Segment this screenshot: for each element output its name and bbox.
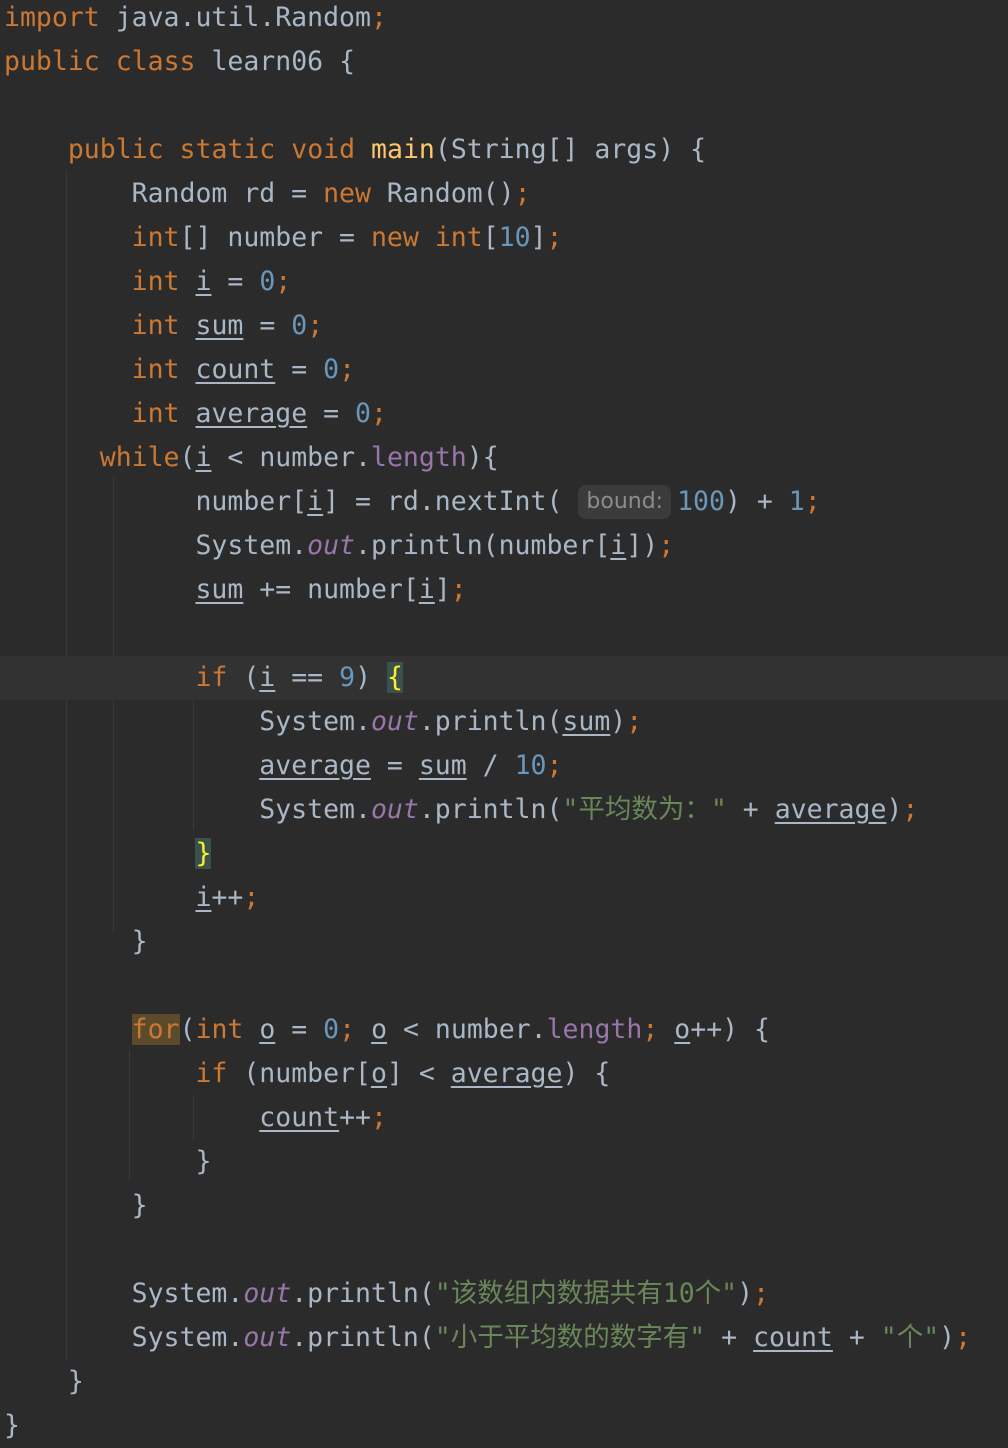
code-line[interactable]: if (number[o] < average) { (0, 1052, 1008, 1096)
code-text: int average = 0; (131, 398, 387, 429)
code-line[interactable]: Random rd = new Random(); (0, 172, 1008, 216)
code-line[interactable]: } (0, 1404, 1008, 1448)
code-line[interactable]: for(int o = 0; o < number.length; o++) { (0, 1008, 1008, 1052)
code-text: number[i] = rd.nextInt( bound: 100) + 1; (4, 485, 821, 519)
code-text: public class learn06 { (4, 46, 356, 77)
code-line[interactable] (0, 84, 1008, 128)
code-line[interactable]: sum += number[i]; (0, 568, 1008, 612)
code-text: System.out.println("该数组内数据共有10个"); (4, 1278, 770, 1309)
code-line[interactable]: average = sum / 10; (0, 744, 1008, 788)
code-text: int sum = 0; (131, 310, 324, 341)
code-line[interactable]: System.out.println(sum); (0, 700, 1008, 744)
code-line[interactable]: } (0, 920, 1008, 964)
code-line[interactable]: System.out.println("小于平均数的数字有" + count +… (0, 1316, 1008, 1360)
code-line[interactable]: while(i < number.length){ (0, 436, 1008, 480)
code-line[interactable]: System.out.println(number[i]); (0, 524, 1008, 568)
code-line[interactable]: i++; (0, 876, 1008, 920)
code-text: System.out.println("平均数为：" + average); (4, 794, 919, 825)
code-text: int count = 0; (131, 354, 356, 385)
code-line[interactable] (0, 612, 1008, 656)
code-text: System.out.println("小于平均数的数字有" + count +… (4, 1322, 972, 1353)
code-line[interactable]: public static void main(String[] args) { (0, 128, 1008, 172)
code-text: if (i == 9) { (195, 662, 403, 693)
code-text: i++; (195, 882, 260, 913)
code-text: count++; (259, 1102, 387, 1133)
code-text: System.out.println(sum); (4, 706, 643, 737)
code-text: average = sum / 10; (259, 750, 563, 781)
code-line[interactable] (0, 1228, 1008, 1272)
code-text: int[] number = new int[10]; (131, 222, 563, 253)
code-text: Random rd = new Random(); (4, 178, 531, 209)
code-editor[interactable]: import java.util.Random; public class lea… (0, 0, 1008, 1446)
code-line[interactable]: System.out.println("该数组内数据共有10个"); (0, 1272, 1008, 1316)
code-text: } (4, 1410, 20, 1441)
code-line[interactable] (0, 964, 1008, 1008)
code-line[interactable]: int average = 0; (0, 392, 1008, 436)
code-text: import java.util.Random; (4, 2, 387, 33)
matched-brace: { (386, 662, 403, 693)
code-line[interactable]: import java.util.Random; (0, 0, 1008, 40)
parameter-hint: bound: (578, 485, 672, 519)
code-line[interactable]: } (0, 1360, 1008, 1404)
code-line[interactable]: int i = 0; (0, 260, 1008, 304)
code-line[interactable]: } (0, 1140, 1008, 1184)
code-text: } (4, 1190, 148, 1221)
code-text: } (4, 1146, 212, 1177)
code-line[interactable]: number[i] = rd.nextInt( bound: 100) + 1; (0, 480, 1008, 524)
code-line[interactable]: } (0, 1184, 1008, 1228)
code-line[interactable]: int sum = 0; (0, 304, 1008, 348)
code-line[interactable]: if (i == 9) { (0, 656, 1008, 700)
code-text: while(i < number.length){ (99, 442, 499, 473)
code-text: } (4, 832, 212, 876)
code-line[interactable]: System.out.println("平均数为：" + average); (0, 788, 1008, 832)
code-text: } (4, 926, 148, 957)
matched-brace: } (195, 838, 212, 869)
code-text: System.out.println(number[i]); (4, 530, 675, 561)
code-line[interactable]: public class learn06 { (0, 40, 1008, 84)
code-line[interactable]: count++; (0, 1096, 1008, 1140)
code-text: int i = 0; (131, 266, 292, 297)
code-text: if (number[o] < average) { (195, 1058, 611, 1089)
code-text: for(int o = 0; o < number.length; o++) { (131, 1014, 771, 1045)
code-text: sum += number[i]; (195, 574, 467, 605)
code-line[interactable]: } (0, 832, 1008, 876)
code-text: } (4, 1366, 84, 1397)
code-line[interactable]: int[] number = new int[10]; (0, 216, 1008, 260)
code-line[interactable]: int count = 0; (0, 348, 1008, 392)
code-text: public static void main(String[] args) { (67, 134, 707, 165)
